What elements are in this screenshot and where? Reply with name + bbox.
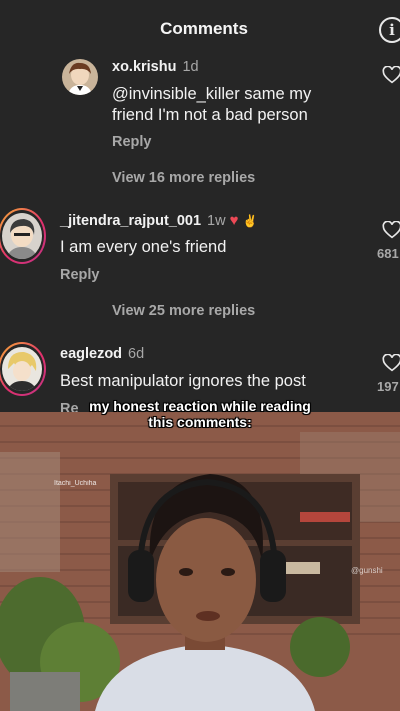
view-more-replies-button[interactable]: View 16 more replies [112,170,255,186]
comment-age: 6d [128,346,145,362]
reply-button[interactable]: Reply [60,267,100,283]
view-more-replies-button[interactable]: View 25 more replies [112,303,255,319]
info-icon[interactable]: i [379,17,400,43]
comments-header: Comments i [0,0,400,58]
reaction-video[interactable] [0,412,400,711]
avatar[interactable] [2,347,42,391]
comment-text-line: friend I'm not a bad person [112,106,308,124]
comment-username[interactable]: eaglezod [60,346,122,362]
avatar[interactable] [62,59,98,95]
heart-icon[interactable] [382,221,400,239]
comment-meta: xo.krishu 1d [112,59,199,75]
comment-text: I am every one's friend [60,237,226,258]
watermark-right: @gunshi [351,566,383,575]
comments-panel: Comments i xo.krishu 1d @invinsible_kille… [0,0,400,412]
comment-age: 1d [182,59,199,75]
caption-line: my honest reaction while reading [89,398,311,414]
comment-username[interactable]: xo.krishu [112,59,176,75]
heart-icon[interactable] [382,66,400,84]
sticker-icon: ✌ [242,214,258,228]
comment-text-line: @invinsible_killer same my [112,85,312,103]
comment-username[interactable]: _jitendra_rajput_001 [60,213,201,229]
video-caption: my honest reaction while reading this co… [0,398,400,430]
comment-text-line: I am every one's friend [60,238,227,256]
comment-text-line: Best manipulator ignores the post [60,372,306,390]
like-count: 681 [377,246,399,261]
heart-icon[interactable] [382,354,400,372]
comment-meta: _jitendra_rajput_001 1w ♥ ✌ [60,212,258,229]
comment-meta: eaglezod 6d [60,346,144,362]
red-heart-emoji: ♥ [229,212,239,229]
avatar[interactable] [2,213,42,259]
caption-line: this comments: [148,414,252,430]
comment-age: 1w [207,213,226,229]
watermark-left: Itachi_Uchiha [54,480,97,487]
comment-text: Best manipulator ignores the post [60,371,306,392]
video-frame-illustration [0,412,400,711]
comment-text: @invinsible_killer same my friend I'm no… [112,84,311,126]
like-count: 197 [377,379,399,394]
reply-button[interactable]: Reply [112,134,152,150]
comments-title: Comments [160,19,248,38]
